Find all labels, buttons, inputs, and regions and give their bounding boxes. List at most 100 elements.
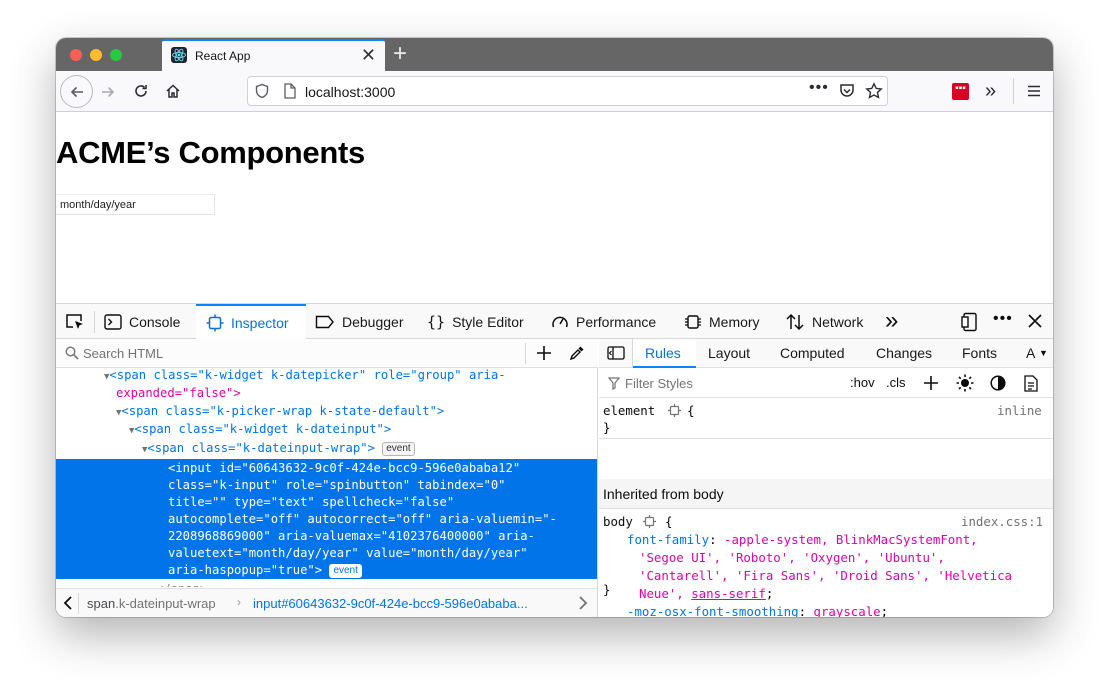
url-text[interactable]: localhost:3000: [305, 84, 395, 100]
node-target-icon[interactable]: [643, 515, 656, 531]
markup-text: title="" type="text" spellcheck="false": [168, 495, 455, 509]
markup-text: autocomplete="off" autocorrect="off" ari…: [168, 512, 557, 526]
hover-state-button[interactable]: :hov: [850, 375, 875, 390]
tabs-dropdown-icon[interactable]: ▼: [1039, 348, 1048, 358]
overflow-chevron-icon[interactable]: »: [985, 80, 996, 103]
extension-icon[interactable]: ▪▪▪: [952, 83, 969, 100]
dark-scheme-icon[interactable]: [990, 375, 1006, 396]
devtools-menu-icon[interactable]: •••: [993, 310, 1013, 328]
css-value-link[interactable]: sans-serif: [691, 586, 766, 601]
eyedropper-icon[interactable]: [569, 345, 585, 366]
add-rule-icon[interactable]: [923, 375, 939, 396]
node-target-icon[interactable]: [668, 404, 681, 420]
breadcrumb-tag: span: [87, 596, 116, 611]
print-media-icon[interactable]: [1024, 375, 1038, 397]
tab-memory-label: Memory: [709, 313, 760, 330]
markup-text: valuetext="month/day/year" value="month/…: [168, 546, 528, 560]
breadcrumb-item-span[interactable]: span.k-dateinput-wrap: [87, 596, 216, 611]
tab-performance-label: Performance: [576, 313, 657, 330]
markup-node-datepicker[interactable]: ▼<span class="k-widget k-datepicker" rol…: [104, 366, 506, 386]
tab-fonts[interactable]: Fonts: [962, 345, 997, 361]
markup-text: 2208968869000" aria-valuemax="4102376400…: [168, 529, 535, 543]
tab-layout[interactable]: Layout: [708, 345, 750, 361]
tab-rules[interactable]: Rules: [645, 345, 681, 361]
markup-text: <span class="k-dateinput-wrap">: [147, 441, 375, 455]
zoom-window-button[interactable]: [110, 49, 122, 61]
markup-node-dateinput[interactable]: ▼<span class="k-widget k-dateinput">: [129, 420, 391, 440]
rule-source[interactable]: inline: [997, 403, 1042, 418]
css-property: font-family: [627, 532, 710, 547]
markup-node-picker-wrap[interactable]: ▼<span class="k-picker-wrap k-state-defa…: [116, 402, 444, 422]
date-input[interactable]: month/day/year: [56, 194, 215, 215]
bookmark-star-icon[interactable]: [865, 82, 883, 105]
breadcrumb: span.k-dateinput-wrap › input#60643632-9…: [56, 588, 597, 617]
markup-panel: Search HTML ▼<span class="k-widget k-dat…: [56, 339, 598, 617]
minimize-window-button[interactable]: [90, 49, 102, 61]
tab-bar: React App ✕ +: [56, 38, 1053, 71]
rule-source[interactable]: index.css:1: [961, 514, 1043, 529]
body-rule-close-brace: }: [603, 582, 611, 597]
search-html-row: Search HTML: [56, 339, 598, 368]
light-scheme-icon[interactable]: [956, 374, 974, 397]
back-icon[interactable]: [60, 75, 93, 108]
close-devtools-icon[interactable]: [1027, 313, 1043, 334]
selected-markup-node[interactable]: <input id="60643632-9c0f-424e-bcc9-596e0…: [56, 459, 597, 579]
css-value: grayscale: [813, 604, 881, 617]
shield-icon[interactable]: [254, 83, 270, 104]
markup-node-closing: </span>: [156, 580, 207, 587]
inherited-label: Inherited from body: [603, 486, 724, 502]
tab-style-editor[interactable]: {} Style Editor: [427, 304, 524, 339]
tab-memory[interactable]: Memory: [684, 304, 760, 339]
close-window-button[interactable]: [70, 49, 82, 61]
forward-icon[interactable]: [99, 83, 117, 101]
tab-network[interactable]: Network: [785, 304, 863, 339]
tab-network-label: Network: [812, 313, 864, 330]
breadcrumb-left-icon[interactable]: [62, 595, 74, 614]
breadcrumb-item-input[interactable]: input#60643632-9c0f-424e-bcc9-596e0ababa…: [253, 596, 528, 611]
toggle-sidebar-icon[interactable]: [607, 346, 625, 363]
breadcrumb-right-icon[interactable]: [577, 595, 589, 614]
tab-changes[interactable]: Changes: [876, 345, 932, 361]
url-bar[interactable]: localhost:3000 •••: [247, 76, 888, 106]
css-declaration-font-family[interactable]: font-family: -apple-system, BlinkMacSyst…: [627, 532, 978, 547]
page-actions-icon[interactable]: •••: [809, 79, 829, 97]
pocket-icon[interactable]: [838, 82, 856, 105]
filter-styles-input[interactable]: Filter Styles: [625, 376, 693, 391]
event-badge[interactable]: event: [329, 564, 362, 578]
markup-node-dateinput-wrap[interactable]: ▼<span class="k-dateinput-wrap"> event: [142, 439, 415, 459]
braces-icon: {}: [427, 312, 446, 331]
new-tab-icon[interactable]: +: [393, 41, 407, 67]
rule-selector: body: [603, 514, 633, 529]
page-icon: [283, 83, 297, 104]
search-html-input[interactable]: Search HTML: [83, 346, 163, 361]
browser-tab[interactable]: React App ✕: [162, 39, 385, 71]
rule-close-brace: }: [603, 420, 611, 435]
event-badge[interactable]: event: [382, 442, 415, 456]
class-toggle-button[interactable]: .cls: [886, 375, 906, 390]
dock-icon[interactable]: [961, 312, 979, 337]
tab-style-editor-label: Style Editor: [452, 313, 524, 330]
add-node-icon[interactable]: [536, 345, 552, 366]
tab-console[interactable]: Console: [104, 304, 180, 339]
home-icon[interactable]: [164, 82, 182, 100]
hamburger-menu-icon[interactable]: [1026, 83, 1042, 104]
tab-close-icon[interactable]: ✕: [361, 45, 376, 65]
element-picker-icon[interactable]: [65, 313, 85, 336]
markup-text: <span class="k-widget k-dateinput">: [134, 422, 392, 436]
css-value: -apple-system, BlinkMacSystemFont,: [723, 532, 978, 547]
tab-performance[interactable]: Performance: [551, 304, 656, 339]
markup-text: aria-haspopup="true">: [168, 563, 323, 577]
tab-inspector[interactable]: Inspector: [196, 304, 306, 339]
css-value-cont: 'Cantarell', 'Fira Sans', 'Droid Sans', …: [639, 568, 1012, 583]
navigation-bar: localhost:3000 ••• ▪▪▪ »: [56, 71, 1053, 112]
tab-debugger[interactable]: Debugger: [315, 304, 404, 339]
divider: [78, 593, 79, 614]
more-tools-chevron-icon[interactable]: »: [885, 307, 898, 335]
css-declaration-font-smoothing[interactable]: -moz-osx-font-smoothing: grayscale;: [627, 604, 888, 617]
page-title: ACME’s Components: [56, 135, 365, 170]
reload-icon[interactable]: [132, 82, 150, 100]
inherited-header: Inherited from body: [599, 479, 1053, 509]
markup-node-datepicker-cont[interactable]: expanded="false">: [116, 384, 241, 402]
tab-animations[interactable]: A: [1026, 345, 1035, 361]
tab-computed[interactable]: Computed: [780, 345, 845, 361]
